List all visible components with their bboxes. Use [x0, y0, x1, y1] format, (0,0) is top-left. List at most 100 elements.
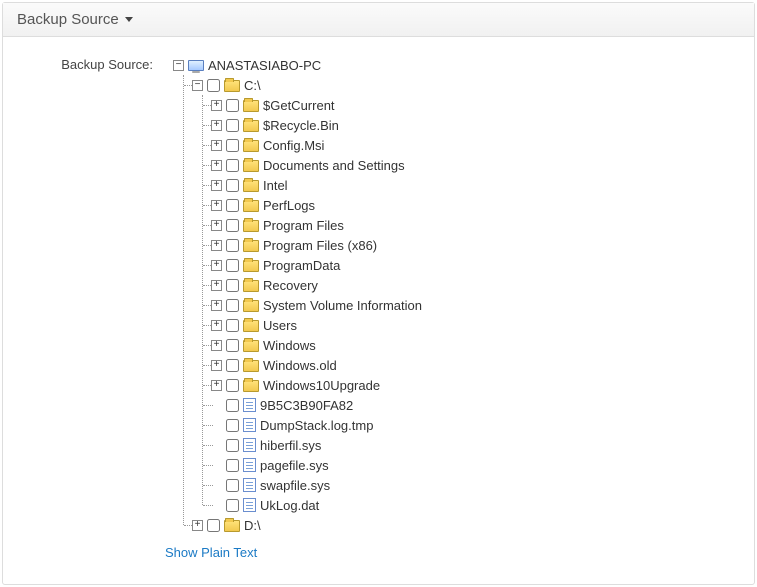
select-checkbox[interactable] — [226, 199, 239, 212]
select-checkbox[interactable] — [207, 519, 220, 532]
expand-toggle[interactable]: + — [211, 180, 222, 191]
panel-body: Backup Source: −ANASTASIABO-PC−C:\+$GetC… — [3, 37, 754, 584]
node-label: Windows.old — [263, 358, 337, 373]
expand-toggle[interactable]: + — [211, 360, 222, 371]
tree-row[interactable]: +Program Files — [217, 215, 422, 235]
tree-row[interactable]: +Program Files (x86) — [217, 235, 422, 255]
tree-row[interactable]: +PerfLogs — [217, 195, 422, 215]
expand-toggle[interactable]: + — [211, 140, 222, 151]
select-checkbox[interactable] — [226, 399, 239, 412]
tree-row[interactable]: UkLog.dat — [217, 495, 422, 515]
select-checkbox[interactable] — [226, 99, 239, 112]
folder-icon — [243, 340, 259, 352]
tree-row[interactable]: +$GetCurrent — [217, 95, 422, 115]
select-checkbox[interactable] — [226, 259, 239, 272]
toggle-spacer — [211, 420, 222, 431]
select-checkbox[interactable] — [226, 159, 239, 172]
select-checkbox[interactable] — [226, 139, 239, 152]
expand-toggle[interactable]: + — [211, 200, 222, 211]
folder-icon — [243, 360, 259, 372]
tree-row[interactable]: +Config.Msi — [217, 135, 422, 155]
file-icon — [243, 478, 256, 492]
expand-toggle[interactable]: + — [211, 240, 222, 251]
panel-header[interactable]: Backup Source — [3, 3, 754, 37]
expand-toggle[interactable]: + — [211, 100, 222, 111]
tree-row[interactable]: 9B5C3B90FA82 — [217, 395, 422, 415]
node-label: DumpStack.log.tmp — [260, 418, 373, 433]
tree-row[interactable]: +Documents and Settings — [217, 155, 422, 175]
expand-toggle[interactable]: + — [211, 160, 222, 171]
tree-row[interactable]: +Intel — [217, 175, 422, 195]
select-checkbox[interactable] — [226, 419, 239, 432]
expand-toggle[interactable]: + — [211, 340, 222, 351]
tree-row[interactable]: +Users — [217, 315, 422, 335]
node-label: System Volume Information — [263, 298, 422, 313]
tree-row[interactable]: −ANASTASIABO-PC — [179, 55, 422, 75]
node-label: Users — [263, 318, 297, 333]
folder-icon — [243, 160, 259, 172]
node-label: UkLog.dat — [260, 498, 319, 513]
tree-row[interactable]: +System Volume Information — [217, 295, 422, 315]
select-checkbox[interactable] — [226, 219, 239, 232]
chevron-down-icon — [125, 17, 133, 22]
select-checkbox[interactable] — [226, 499, 239, 512]
node-label: Windows — [263, 338, 316, 353]
folder-icon — [243, 240, 259, 252]
select-checkbox[interactable] — [226, 479, 239, 492]
select-checkbox[interactable] — [226, 119, 239, 132]
select-checkbox[interactable] — [226, 379, 239, 392]
tree-row[interactable]: +Windows10Upgrade — [217, 375, 422, 395]
select-checkbox[interactable] — [226, 239, 239, 252]
tree-row[interactable]: +Recovery — [217, 275, 422, 295]
node-label: hiberfil.sys — [260, 438, 321, 453]
node-label: C:\ — [244, 78, 261, 93]
tree-row[interactable]: +ProgramData — [217, 255, 422, 275]
select-checkbox[interactable] — [226, 459, 239, 472]
tree-row[interactable]: +$Recycle.Bin — [217, 115, 422, 135]
select-checkbox[interactable] — [226, 339, 239, 352]
tree-row[interactable]: −C:\ — [198, 75, 422, 95]
expand-toggle[interactable]: + — [211, 220, 222, 231]
show-plain-text-link[interactable]: Show Plain Text — [165, 545, 257, 560]
expand-toggle[interactable]: + — [211, 320, 222, 331]
node-label: ANASTASIABO-PC — [208, 58, 321, 73]
folder-icon — [224, 80, 240, 92]
select-checkbox[interactable] — [207, 79, 220, 92]
toggle-spacer — [211, 440, 222, 451]
tree-row[interactable]: DumpStack.log.tmp — [217, 415, 422, 435]
select-checkbox[interactable] — [226, 439, 239, 452]
toggle-spacer — [211, 500, 222, 511]
select-checkbox[interactable] — [226, 279, 239, 292]
select-checkbox[interactable] — [226, 319, 239, 332]
tree-row[interactable]: hiberfil.sys — [217, 435, 422, 455]
file-icon — [243, 398, 256, 412]
expand-toggle[interactable]: + — [211, 380, 222, 391]
tree-row[interactable]: +Windows.old — [217, 355, 422, 375]
node-label: Recovery — [263, 278, 318, 293]
expand-toggle[interactable]: + — [211, 260, 222, 271]
folder-icon — [243, 180, 259, 192]
field-label: Backup Source: — [25, 55, 165, 560]
folder-icon — [243, 380, 259, 392]
folder-icon — [224, 520, 240, 532]
collapse-toggle[interactable]: − — [173, 60, 184, 71]
expand-toggle[interactable]: + — [211, 120, 222, 131]
collapse-toggle[interactable]: − — [192, 80, 203, 91]
computer-icon — [188, 60, 204, 71]
tree-row[interactable]: pagefile.sys — [217, 455, 422, 475]
tree-row[interactable]: +Windows — [217, 335, 422, 355]
folder-icon — [243, 300, 259, 312]
tree-row[interactable]: +D:\ — [198, 515, 422, 535]
expand-toggle[interactable]: + — [211, 280, 222, 291]
expand-toggle[interactable]: + — [211, 300, 222, 311]
select-checkbox[interactable] — [226, 299, 239, 312]
expand-toggle[interactable]: + — [192, 520, 203, 531]
folder-icon — [243, 140, 259, 152]
file-icon — [243, 498, 256, 512]
folder-icon — [243, 100, 259, 112]
node-label: Config.Msi — [263, 138, 324, 153]
tree-row[interactable]: swapfile.sys — [217, 475, 422, 495]
folder-icon — [243, 320, 259, 332]
select-checkbox[interactable] — [226, 359, 239, 372]
select-checkbox[interactable] — [226, 179, 239, 192]
